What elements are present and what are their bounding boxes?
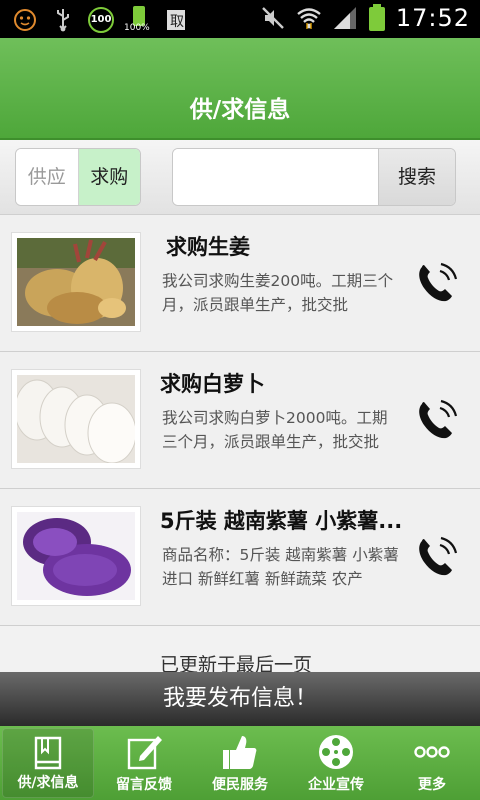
- item-title: 求购白萝卜: [160, 372, 265, 396]
- purple-sweet-potato-image: [12, 507, 140, 605]
- phone-icon[interactable]: [414, 261, 458, 305]
- ginger-image: [12, 233, 140, 331]
- status-bar: 100 100% 取 17:52: [0, 0, 480, 38]
- segment-supply[interactable]: 供应: [16, 149, 79, 205]
- list-item[interactable]: 求购生姜 我公司求购生姜200吨。工期三个月，派员跟单生产，批交批: [0, 215, 480, 352]
- nav-label: 更多: [418, 777, 446, 793]
- more-dots-icon: [414, 746, 450, 758]
- white-radish-image: [12, 370, 140, 468]
- search-button[interactable]: 搜索: [378, 149, 455, 205]
- bottom-nav: 供/求信息 留言反馈 便民服务 企业宣传 更多: [0, 726, 480, 800]
- page-title: 供/求信息: [189, 97, 291, 123]
- list-item[interactable]: 求购白萝卜 我公司求购白萝卜2000吨。工期三个月，派员跟单生产，批交批: [0, 352, 480, 489]
- nav-supply-demand[interactable]: 供/求信息: [2, 728, 94, 798]
- wifi-icon: [297, 8, 321, 29]
- item-description: 我公司求购生姜200吨。工期三个月，派员跟单生产，批交批: [162, 272, 394, 314]
- book-icon: [34, 736, 62, 770]
- battery-full-icon: 100%: [124, 6, 152, 34]
- supply-buy-toggle: 供应 求购: [15, 148, 141, 206]
- edit-icon: [127, 736, 162, 770]
- search-box: 搜索: [172, 148, 456, 206]
- listing-list: 求购生姜 我公司求购生姜200吨。工期三个月，派员跟单生产，批交批 求购白萝卜 …: [0, 215, 480, 626]
- svg-text:取: 取: [170, 14, 184, 30]
- usb-icon: [57, 9, 69, 32]
- item-title: 5斤装 越南紫薯 小紫薯...: [160, 509, 403, 533]
- signal-icon: [333, 7, 356, 29]
- clock: 17:52: [395, 4, 470, 32]
- face-icon: [14, 9, 36, 31]
- nav-label: 企业宣传: [308, 777, 364, 793]
- item-description: 我公司求购白萝卜2000吨。工期三个月，派员跟单生产，批交批: [162, 409, 388, 451]
- nav-label: 便民服务: [212, 777, 268, 793]
- nav-label: 供/求信息: [17, 775, 79, 791]
- battery-icon: [368, 4, 385, 31]
- nav-label: 留言反馈: [116, 777, 172, 793]
- film-reel-icon: [319, 735, 353, 769]
- search-bar: 供应 求购 搜索: [0, 140, 480, 215]
- item-title: 求购生姜: [166, 235, 250, 259]
- app-header: 供/求信息: [0, 38, 480, 140]
- nav-promotion[interactable]: 企业宣传: [288, 726, 384, 800]
- mute-icon: [261, 7, 284, 29]
- nav-more[interactable]: 更多: [384, 726, 480, 800]
- list-item[interactable]: 5斤装 越南紫薯 小紫薯... 商品名称：5斤装 越南紫薯 小紫薯 进口 新鲜红…: [0, 489, 480, 626]
- publish-button[interactable]: 我要发布信息！: [0, 672, 480, 726]
- phone-icon[interactable]: [414, 398, 458, 442]
- thumbs-up-icon: [223, 736, 257, 769]
- keyboard-icon: 取: [167, 10, 185, 30]
- nav-services[interactable]: 便民服务: [192, 726, 288, 800]
- score-badge: 100: [88, 7, 114, 33]
- item-description: 商品名称：5斤装 越南紫薯 小紫薯 进口 新鲜红薯 新鲜蔬菜 农产: [162, 546, 399, 588]
- search-input[interactable]: [173, 149, 378, 205]
- nav-feedback[interactable]: 留言反馈: [96, 726, 192, 800]
- phone-icon[interactable]: [414, 535, 458, 579]
- segment-buy[interactable]: 求购: [78, 149, 140, 205]
